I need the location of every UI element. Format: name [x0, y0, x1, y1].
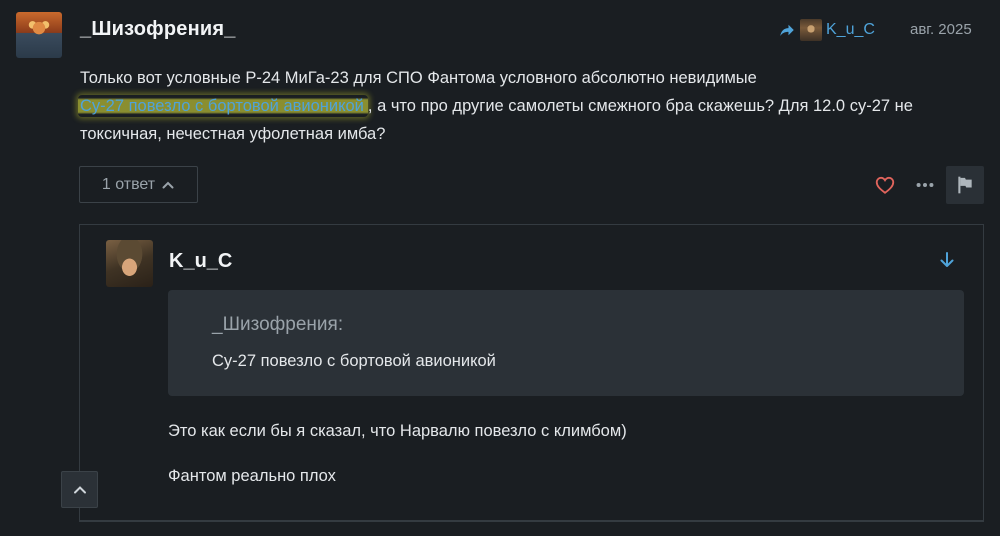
chevron-up-icon — [162, 181, 174, 188]
like-button[interactable] — [866, 166, 904, 204]
quote-block: _Шизофрения: Су-27 повезло с бортовой ав… — [168, 290, 964, 396]
scroll-to-top-button[interactable] — [61, 471, 98, 508]
reply-author-username[interactable]: K_u_C — [169, 250, 232, 273]
post-text-fragment: , а что про другие самолеты смежного бра… — [367, 97, 913, 115]
post-text-line: Су-27 повезло с бортовой авионикой, а чт… — [78, 92, 980, 120]
reply-author-avatar[interactable] — [106, 240, 153, 287]
replies-count-label: 1 ответ — [101, 175, 156, 193]
arrow-down-icon[interactable] — [937, 250, 957, 270]
post-actions — [866, 166, 984, 204]
reply-paragraph: Это как если бы я сказал, что Нарвалю по… — [168, 422, 627, 440]
more-dots-icon — [916, 182, 934, 188]
post: _Шизофрения_ K_u_C авг. 2025 Только вот … — [0, 0, 1000, 536]
flag-icon — [958, 176, 972, 194]
chevron-up-icon — [73, 485, 86, 493]
reply-paragraph: Фантом реально плох — [168, 467, 336, 485]
reply-arrow-icon — [780, 24, 794, 36]
thread-divider — [79, 520, 984, 522]
post-date[interactable]: авг. 2025 — [910, 21, 972, 38]
replies-toggle-button[interactable]: 1 ответ — [79, 166, 198, 203]
post-text-line: Только вот условные Р-24 МиГа-23 для СПО… — [80, 69, 757, 87]
reply-to-username: K_u_C — [826, 21, 875, 38]
reply-to-link[interactable]: K_u_C — [778, 19, 875, 41]
post-body: Только вот условные Р-24 МиГа-23 для СПО… — [78, 64, 980, 148]
author-avatar[interactable] — [16, 12, 62, 58]
heart-icon — [875, 176, 895, 194]
quote-text: Су-27 повезло с бортовой авионикой — [212, 352, 496, 370]
reply-to-avatar — [800, 19, 822, 41]
quote-author[interactable]: _Шизофрения: — [212, 314, 343, 336]
post-text-line: токсичная, нечестная уфолетная имба? — [80, 125, 386, 143]
flag-button[interactable] — [946, 166, 984, 204]
author-username[interactable]: _Шизофрения_ — [80, 18, 236, 41]
more-button[interactable] — [906, 166, 944, 204]
reply-body: Это как если бы я сказал, что Нарвалю по… — [168, 420, 627, 510]
quoted-text-link[interactable]: Су-27 повезло с бортовой авионикой — [78, 95, 368, 117]
